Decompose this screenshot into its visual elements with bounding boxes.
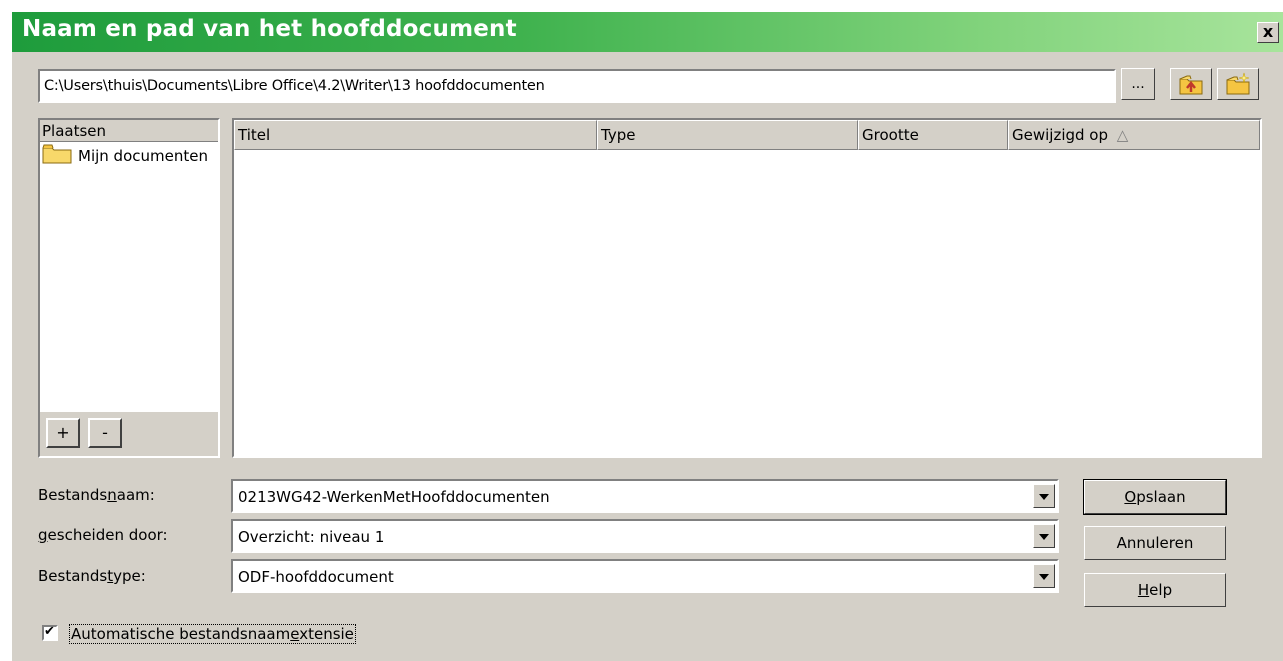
separated-dropdown-button[interactable] <box>1033 524 1055 548</box>
column-type-label: Type <box>601 126 636 144</box>
filename-value: 0213WG42-WerkenMetHoofddocumenten <box>238 488 550 506</box>
place-item-label: Mijn documenten <box>78 147 208 165</box>
separated-label: gescheiden door: <box>38 526 168 544</box>
cancel-button[interactable]: Annuleren <box>1084 526 1226 560</box>
checkmark-icon: ✔ <box>44 624 55 639</box>
file-list[interactable]: Titel Type Grootte Gewijzigd op △ <box>232 118 1262 458</box>
places-header: Plaatsen <box>40 120 218 142</box>
remove-place-label: - <box>102 423 108 442</box>
window-frame-top <box>0 0 1283 12</box>
places-footer: + - <box>40 412 218 456</box>
close-button[interactable]: x <box>1257 22 1279 43</box>
column-header-size[interactable]: Grootte <box>858 120 1008 150</box>
dialog-title: Naam en pad van het hoofddocument <box>22 16 517 42</box>
places-panel: Plaatsen Mijn documenten + - <box>38 118 220 458</box>
auto-extension-checkbox[interactable]: ✔ <box>42 624 58 641</box>
path-input[interactable]: C:\Users\thuis\Documents\Libre Office\4.… <box>38 69 1116 103</box>
filetype-value: ODF-hoofddocument <box>238 568 394 586</box>
remove-place-button[interactable]: - <box>88 418 122 448</box>
filename-dropdown-button[interactable] <box>1033 484 1055 508</box>
add-place-label: + <box>56 423 70 442</box>
column-size-label: Grootte <box>862 126 919 144</box>
column-title-label: Titel <box>238 126 271 144</box>
new-folder-icon <box>1226 72 1250 95</box>
help-button[interactable]: Help <box>1084 573 1226 607</box>
folder-up-icon <box>1179 75 1203 95</box>
separated-combo[interactable]: Overzicht: niveau 1 <box>231 519 1059 553</box>
new-folder-button[interactable] <box>1217 68 1259 100</box>
filetype-dropdown-button[interactable] <box>1033 564 1055 588</box>
save-button[interactable]: Opslaan <box>1083 479 1227 515</box>
column-header-title[interactable]: Titel <box>234 120 597 150</box>
browse-label: ... <box>1131 76 1145 92</box>
close-icon: x <box>1262 22 1274 41</box>
sort-ascending-icon: △ <box>1116 126 1129 144</box>
column-modified-label: Gewijzigd op <box>1012 126 1109 144</box>
separated-value: Overzicht: niveau 1 <box>238 528 385 546</box>
window-frame-left <box>0 0 12 661</box>
add-place-button[interactable]: + <box>46 418 80 448</box>
up-level-button[interactable] <box>1170 68 1212 100</box>
auto-extension-label[interactable]: Automatische bestandsnaamextensie <box>69 624 356 644</box>
browse-button[interactable]: ... <box>1121 68 1155 100</box>
filename-combo[interactable]: 0213WG42-WerkenMetHoofddocumenten <box>231 479 1059 513</box>
filetype-label: Bestandstype: <box>38 567 146 585</box>
column-header-modified[interactable]: Gewijzigd op △ <box>1008 120 1260 150</box>
place-item-my-documents[interactable]: Mijn documenten <box>42 144 218 165</box>
column-header-type[interactable]: Type <box>597 120 858 150</box>
filetype-combo[interactable]: ODF-hoofddocument <box>231 559 1059 593</box>
folder-icon <box>42 144 72 164</box>
title-bar[interactable]: Naam en pad van het hoofddocument x <box>12 12 1283 52</box>
filename-label: Bestandsnaam: <box>38 486 155 504</box>
path-value: C:\Users\thuis\Documents\Libre Office\4.… <box>44 78 545 94</box>
